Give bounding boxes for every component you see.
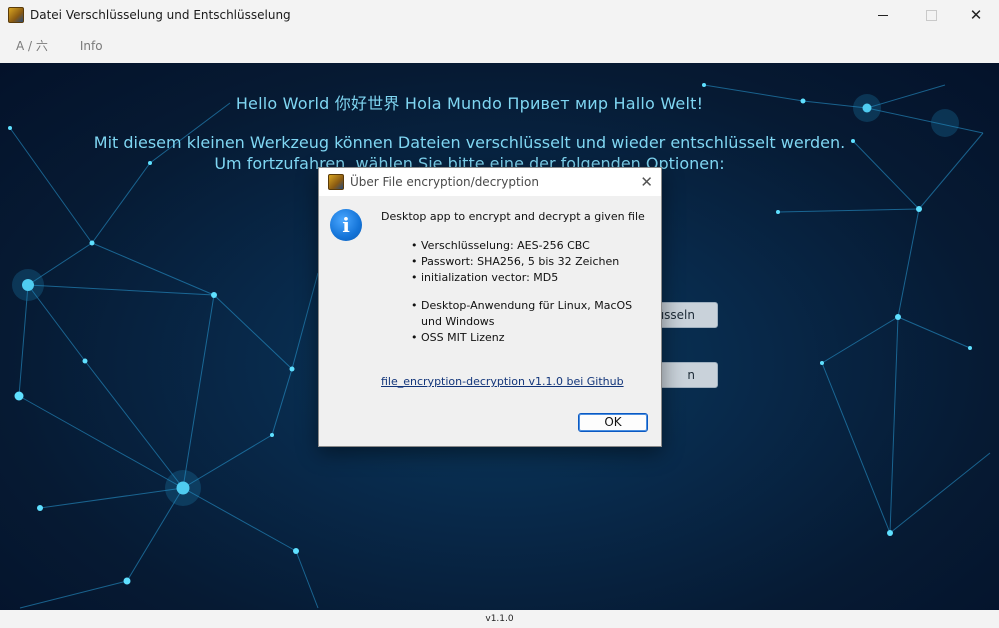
github-link[interactable]: file_encryption-decryption v1.1.0 bei Gi… [381,375,624,388]
greeting-text: Hello World 你好世界 Hola Mundo Привет мир H… [235,94,704,113]
window-title-bar: Datei Verschlüsselung und Entschlüsselun… [0,0,999,30]
status-bar: v1.1.0 [0,610,999,626]
minimize-button[interactable] [860,0,906,30]
close-window-button[interactable]: ✕ [953,0,999,30]
menu-bar: A / 六 Info [0,30,999,63]
list-item: initialization vector: MD5 [411,270,651,286]
intro-line-1: Mit diesem kleinen Werkzeug können Datei… [93,133,846,152]
menu-item-info[interactable]: Info [64,30,119,63]
version-label: v1.1.0 [485,614,514,624]
maximize-icon [925,9,937,21]
app-lock-icon [8,7,24,23]
app-lock-icon [328,174,344,190]
feature-list-platform: Desktop-Anwendung für Linux, MacOS und W… [411,298,651,346]
list-item: Passwort: SHA256, 5 bis 32 Zeichen [411,254,651,270]
list-item: Desktop-Anwendung für Linux, MacOS und W… [411,298,651,330]
window-title: Datei Verschlüsselung und Entschlüsselun… [30,8,291,22]
list-item: OSS MIT Lizenz [411,330,651,346]
close-icon: ✕ [969,6,983,24]
maximize-button[interactable] [908,0,954,30]
about-dialog: Über File encryption/decryption ✕ i Desk… [318,167,662,447]
dialog-title: Über File encryption/decryption [350,175,539,189]
list-item: Verschlüsselung: AES-256 CBC [411,238,651,254]
feature-list-crypto: Verschlüsselung: AES-256 CBC Passwort: S… [411,238,651,286]
info-icon: i [330,209,362,241]
menu-item-language[interactable]: A / 六 [0,30,64,63]
dialog-close-button[interactable]: ✕ [640,173,653,191]
minimize-icon [878,14,888,16]
dialog-title-bar: Über File encryption/decryption ✕ [319,168,661,196]
dialog-description: Desktop app to encrypt and decrypt a giv… [381,210,645,223]
ok-button[interactable]: OK [578,413,648,432]
